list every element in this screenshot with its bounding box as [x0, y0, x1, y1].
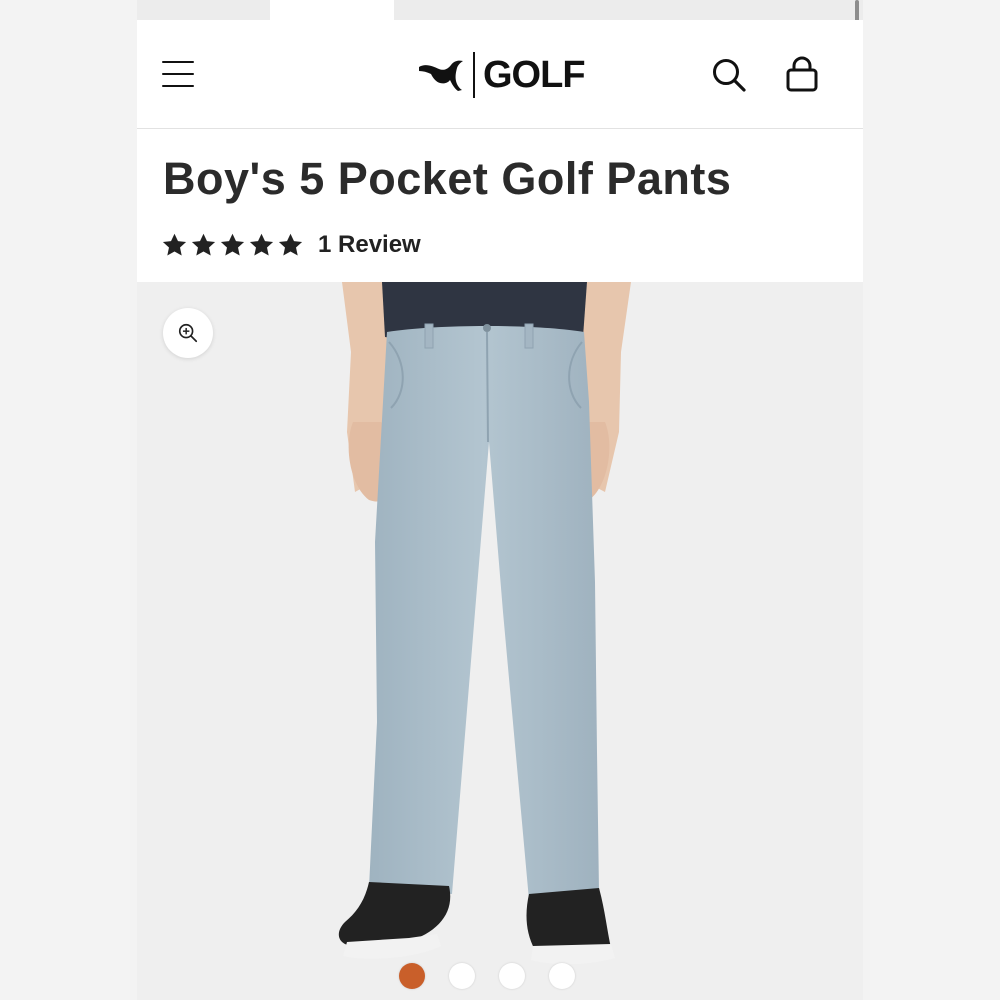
hamburger-menu-icon[interactable]	[162, 58, 194, 90]
product-title: Boy's 5 Pocket Golf Pants	[163, 153, 732, 204]
mobile-screen: GOLF Boy's 5 Pocket Golf Pants 1 Review	[137, 0, 863, 1000]
star-icon	[220, 233, 245, 256]
zoom-in-icon	[178, 323, 198, 343]
active-tab[interactable]	[270, 0, 394, 20]
shopping-bag-icon[interactable]	[782, 55, 822, 95]
logo-divider	[473, 52, 475, 98]
star-icon	[249, 233, 274, 256]
carousel-dot[interactable]	[449, 963, 475, 989]
zoom-in-button[interactable]	[163, 308, 213, 358]
puma-cat-logo	[419, 60, 463, 91]
brand-logo[interactable]: GOLF	[417, 52, 586, 98]
product-image[interactable]	[137, 282, 863, 1000]
carousel-dot[interactable]	[499, 963, 525, 989]
brand-wordmark: GOLF	[483, 54, 586, 96]
search-icon[interactable]	[709, 55, 749, 95]
carousel-dot[interactable]	[399, 963, 425, 989]
product-header: Boy's 5 Pocket Golf Pants 1 Review	[137, 129, 863, 282]
right-shoe	[526, 888, 611, 953]
carousel-dot[interactable]	[549, 963, 575, 989]
browser-tab-strip	[137, 0, 863, 20]
star-icon	[278, 233, 303, 256]
product-rating[interactable]: 1 Review	[161, 231, 421, 259]
carousel-pagination	[399, 963, 575, 989]
star-icon	[191, 233, 216, 256]
review-count-link[interactable]: 1 Review	[318, 231, 421, 259]
site-header: GOLF	[137, 20, 863, 129]
star-icon	[162, 233, 187, 256]
star-rating	[161, 232, 304, 259]
product-photo	[137, 282, 863, 1000]
